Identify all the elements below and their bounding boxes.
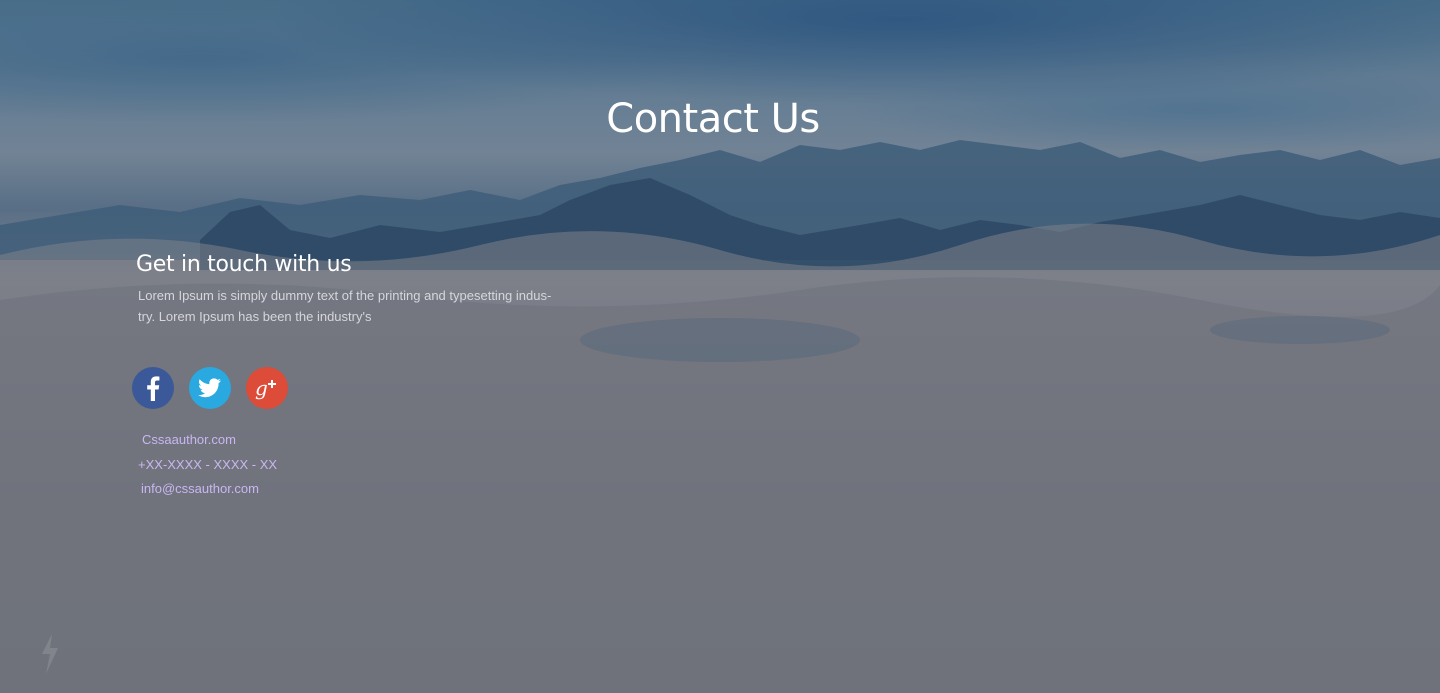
google-plus-button[interactable]: g	[246, 367, 288, 409]
facebook-icon	[147, 376, 160, 401]
email-link[interactable]: info@cssauthor.com	[138, 477, 277, 502]
social-links: g	[132, 367, 288, 409]
section-description: Lorem Ipsum is simply dummy text of the …	[138, 288, 552, 324]
website-link[interactable]: Cssaauthor.com	[138, 428, 277, 453]
section-heading: Get in touch with us	[136, 252, 352, 277]
google-plus-icon: g	[255, 376, 276, 400]
get-in-touch-section: Get in touch with us Lorem Ipsum is simp…	[136, 252, 576, 327]
contact-page: Contact Us Get in touch with us Lorem Ip…	[0, 0, 1440, 693]
contact-content: Contact Us Get in touch with us Lorem Ip…	[0, 0, 1440, 693]
twitter-icon	[198, 378, 221, 398]
facebook-button[interactable]	[132, 367, 174, 409]
contact-details: Cssaauthor.com +XX-XXXX - XXXX - XX info…	[138, 428, 277, 502]
twitter-button[interactable]	[189, 367, 231, 409]
svg-text:g: g	[255, 376, 268, 400]
page-title: Contact Us	[606, 96, 820, 142]
phone-link[interactable]: +XX-XXXX - XXXX - XX	[138, 453, 277, 478]
faint-logo-icon	[42, 634, 58, 674]
